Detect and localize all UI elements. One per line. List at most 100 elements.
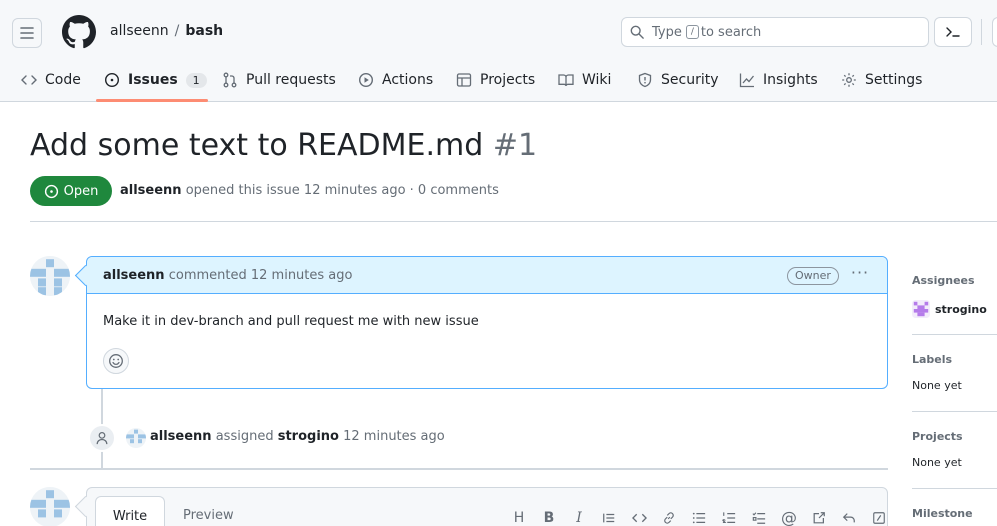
tab-code-label: Code xyxy=(45,72,81,88)
search-shortcut-key: / xyxy=(685,25,699,39)
issue-state-label: Open xyxy=(63,183,99,199)
diff-ignored-icon xyxy=(873,512,885,524)
assignee-name: strogino xyxy=(935,302,987,316)
tab-insights-label: Insights xyxy=(763,72,818,88)
active-tab-indicator xyxy=(96,99,208,102)
sidebar-milestone-heading[interactable]: Milestone xyxy=(912,507,973,520)
add-reaction-button[interactable] xyxy=(103,348,129,374)
tab-code[interactable]: Code xyxy=(21,70,81,90)
repo-nav: Code Issues 1 Pull requests Actions Proj… xyxy=(0,58,997,102)
assignee-item[interactable]: strogino xyxy=(912,300,987,318)
identicon-avatar-icon xyxy=(30,487,70,526)
tab-pull-requests-label: Pull requests xyxy=(246,72,336,88)
tab-projects[interactable]: Projects xyxy=(456,70,535,90)
bold-button[interactable]: B xyxy=(537,508,561,526)
issue-state-badge: Open xyxy=(30,176,112,206)
sidebar-assignees-heading[interactable]: Assignees xyxy=(912,274,975,287)
tab-issues[interactable]: Issues 1 xyxy=(104,70,207,90)
event-timestamp[interactable]: 12 minutes ago xyxy=(343,429,445,444)
cross-reference-icon xyxy=(813,512,825,524)
comment-body: Make it in dev-branch and pull request m… xyxy=(103,314,479,329)
event-action: assigned xyxy=(215,429,274,444)
create-new-button[interactable] xyxy=(992,17,997,47)
reference-button[interactable] xyxy=(807,508,831,526)
command-palette-button[interactable] xyxy=(934,17,972,47)
event-target-link[interactable]: strogino xyxy=(278,429,339,444)
link-icon xyxy=(664,512,674,524)
sidebar-labels-heading[interactable]: Labels xyxy=(912,353,952,366)
sidebar-projects-value: None yet xyxy=(912,456,962,469)
bold-icon: B xyxy=(543,510,555,526)
issue-meta-text: opened this issue 12 minutes ago · 0 com… xyxy=(185,183,499,198)
reply-icon xyxy=(842,513,855,523)
terminal-icon xyxy=(946,27,960,37)
issue-meta: allseenn opened this issue 12 minutes ag… xyxy=(120,183,499,198)
breadcrumb-repo[interactable]: bash xyxy=(185,23,223,39)
header-divider xyxy=(981,19,982,45)
markdown-toolbar: H B I @ xyxy=(507,508,897,526)
table-icon xyxy=(456,73,472,87)
comment-header: allseenn commented 12 minutes ago Owner … xyxy=(87,257,887,294)
smiley-icon xyxy=(109,354,123,368)
tab-issues-label: Issues xyxy=(128,72,178,88)
breadcrumb-separator: / xyxy=(174,23,180,39)
global-header: allseenn / bash Type / to search xyxy=(0,0,997,58)
tab-security[interactable]: Security xyxy=(637,70,719,90)
heading-icon: H xyxy=(513,510,525,526)
issue-author-link[interactable]: allseenn xyxy=(120,183,182,198)
tab-actions[interactable]: Actions xyxy=(358,70,433,90)
task-list-button[interactable] xyxy=(747,508,771,526)
heading-button[interactable]: H xyxy=(507,508,531,526)
new-comment-form: Write Preview H B I @ xyxy=(86,487,888,526)
quote-icon xyxy=(603,513,615,523)
quote-button[interactable] xyxy=(597,508,621,526)
breadcrumb: allseenn / bash xyxy=(110,23,223,39)
event-actor-link[interactable]: allseenn xyxy=(150,429,212,444)
issue-opened-icon xyxy=(44,184,58,198)
code-button[interactable] xyxy=(627,508,651,526)
tab-settings-label: Settings xyxy=(865,72,923,88)
comment-timestamp[interactable]: commented 12 minutes ago xyxy=(169,268,353,283)
event-avatar[interactable] xyxy=(126,428,146,448)
github-logo-icon[interactable] xyxy=(62,15,96,49)
search-input[interactable]: Type / to search xyxy=(621,17,929,47)
tasklist-icon xyxy=(752,512,766,524)
book-icon xyxy=(558,74,574,87)
link-button[interactable] xyxy=(657,508,681,526)
title-divider xyxy=(30,221,997,222)
slash-commands-button[interactable] xyxy=(867,508,891,526)
identicon-avatar-icon xyxy=(126,428,146,448)
sidebar-projects-heading[interactable]: Projects xyxy=(912,430,963,443)
saved-replies-button[interactable] xyxy=(837,508,861,526)
comment-author-link[interactable]: allseenn xyxy=(103,268,165,283)
tab-security-label: Security xyxy=(661,72,719,88)
hamburger-menu-button[interactable] xyxy=(12,18,42,48)
tab-pull-requests[interactable]: Pull requests xyxy=(222,70,336,90)
unordered-list-button[interactable] xyxy=(687,508,711,526)
list-ordered-icon xyxy=(722,512,736,523)
comment-options-button[interactable]: ··· xyxy=(849,265,871,285)
owner-badge: Owner xyxy=(787,267,839,285)
issue-opened-icon xyxy=(104,72,120,88)
mention-icon: @ xyxy=(781,508,797,526)
tab-insights[interactable]: Insights xyxy=(739,70,818,90)
comment-author-line: allseenn commented 12 minutes ago xyxy=(103,268,352,283)
tab-preview[interactable]: Preview xyxy=(183,496,234,526)
search-placeholder-post: to search xyxy=(700,24,762,40)
italic-button[interactable]: I xyxy=(567,508,591,526)
avatar[interactable] xyxy=(30,487,70,526)
ordered-list-button[interactable] xyxy=(717,508,741,526)
hamburger-icon xyxy=(20,27,34,39)
sidebar-divider xyxy=(912,334,997,335)
tab-wiki-label: Wiki xyxy=(582,72,612,88)
code-icon xyxy=(631,513,647,523)
tab-wiki[interactable]: Wiki xyxy=(558,70,611,90)
code-icon xyxy=(21,75,37,85)
mention-button[interactable]: @ xyxy=(777,508,801,526)
avatar[interactable] xyxy=(30,256,70,296)
graph-icon xyxy=(739,73,755,88)
tab-settings[interactable]: Settings xyxy=(841,70,922,90)
tab-write[interactable]: Write xyxy=(95,496,165,526)
issues-counter: 1 xyxy=(185,72,207,88)
breadcrumb-owner[interactable]: allseenn xyxy=(110,23,169,39)
